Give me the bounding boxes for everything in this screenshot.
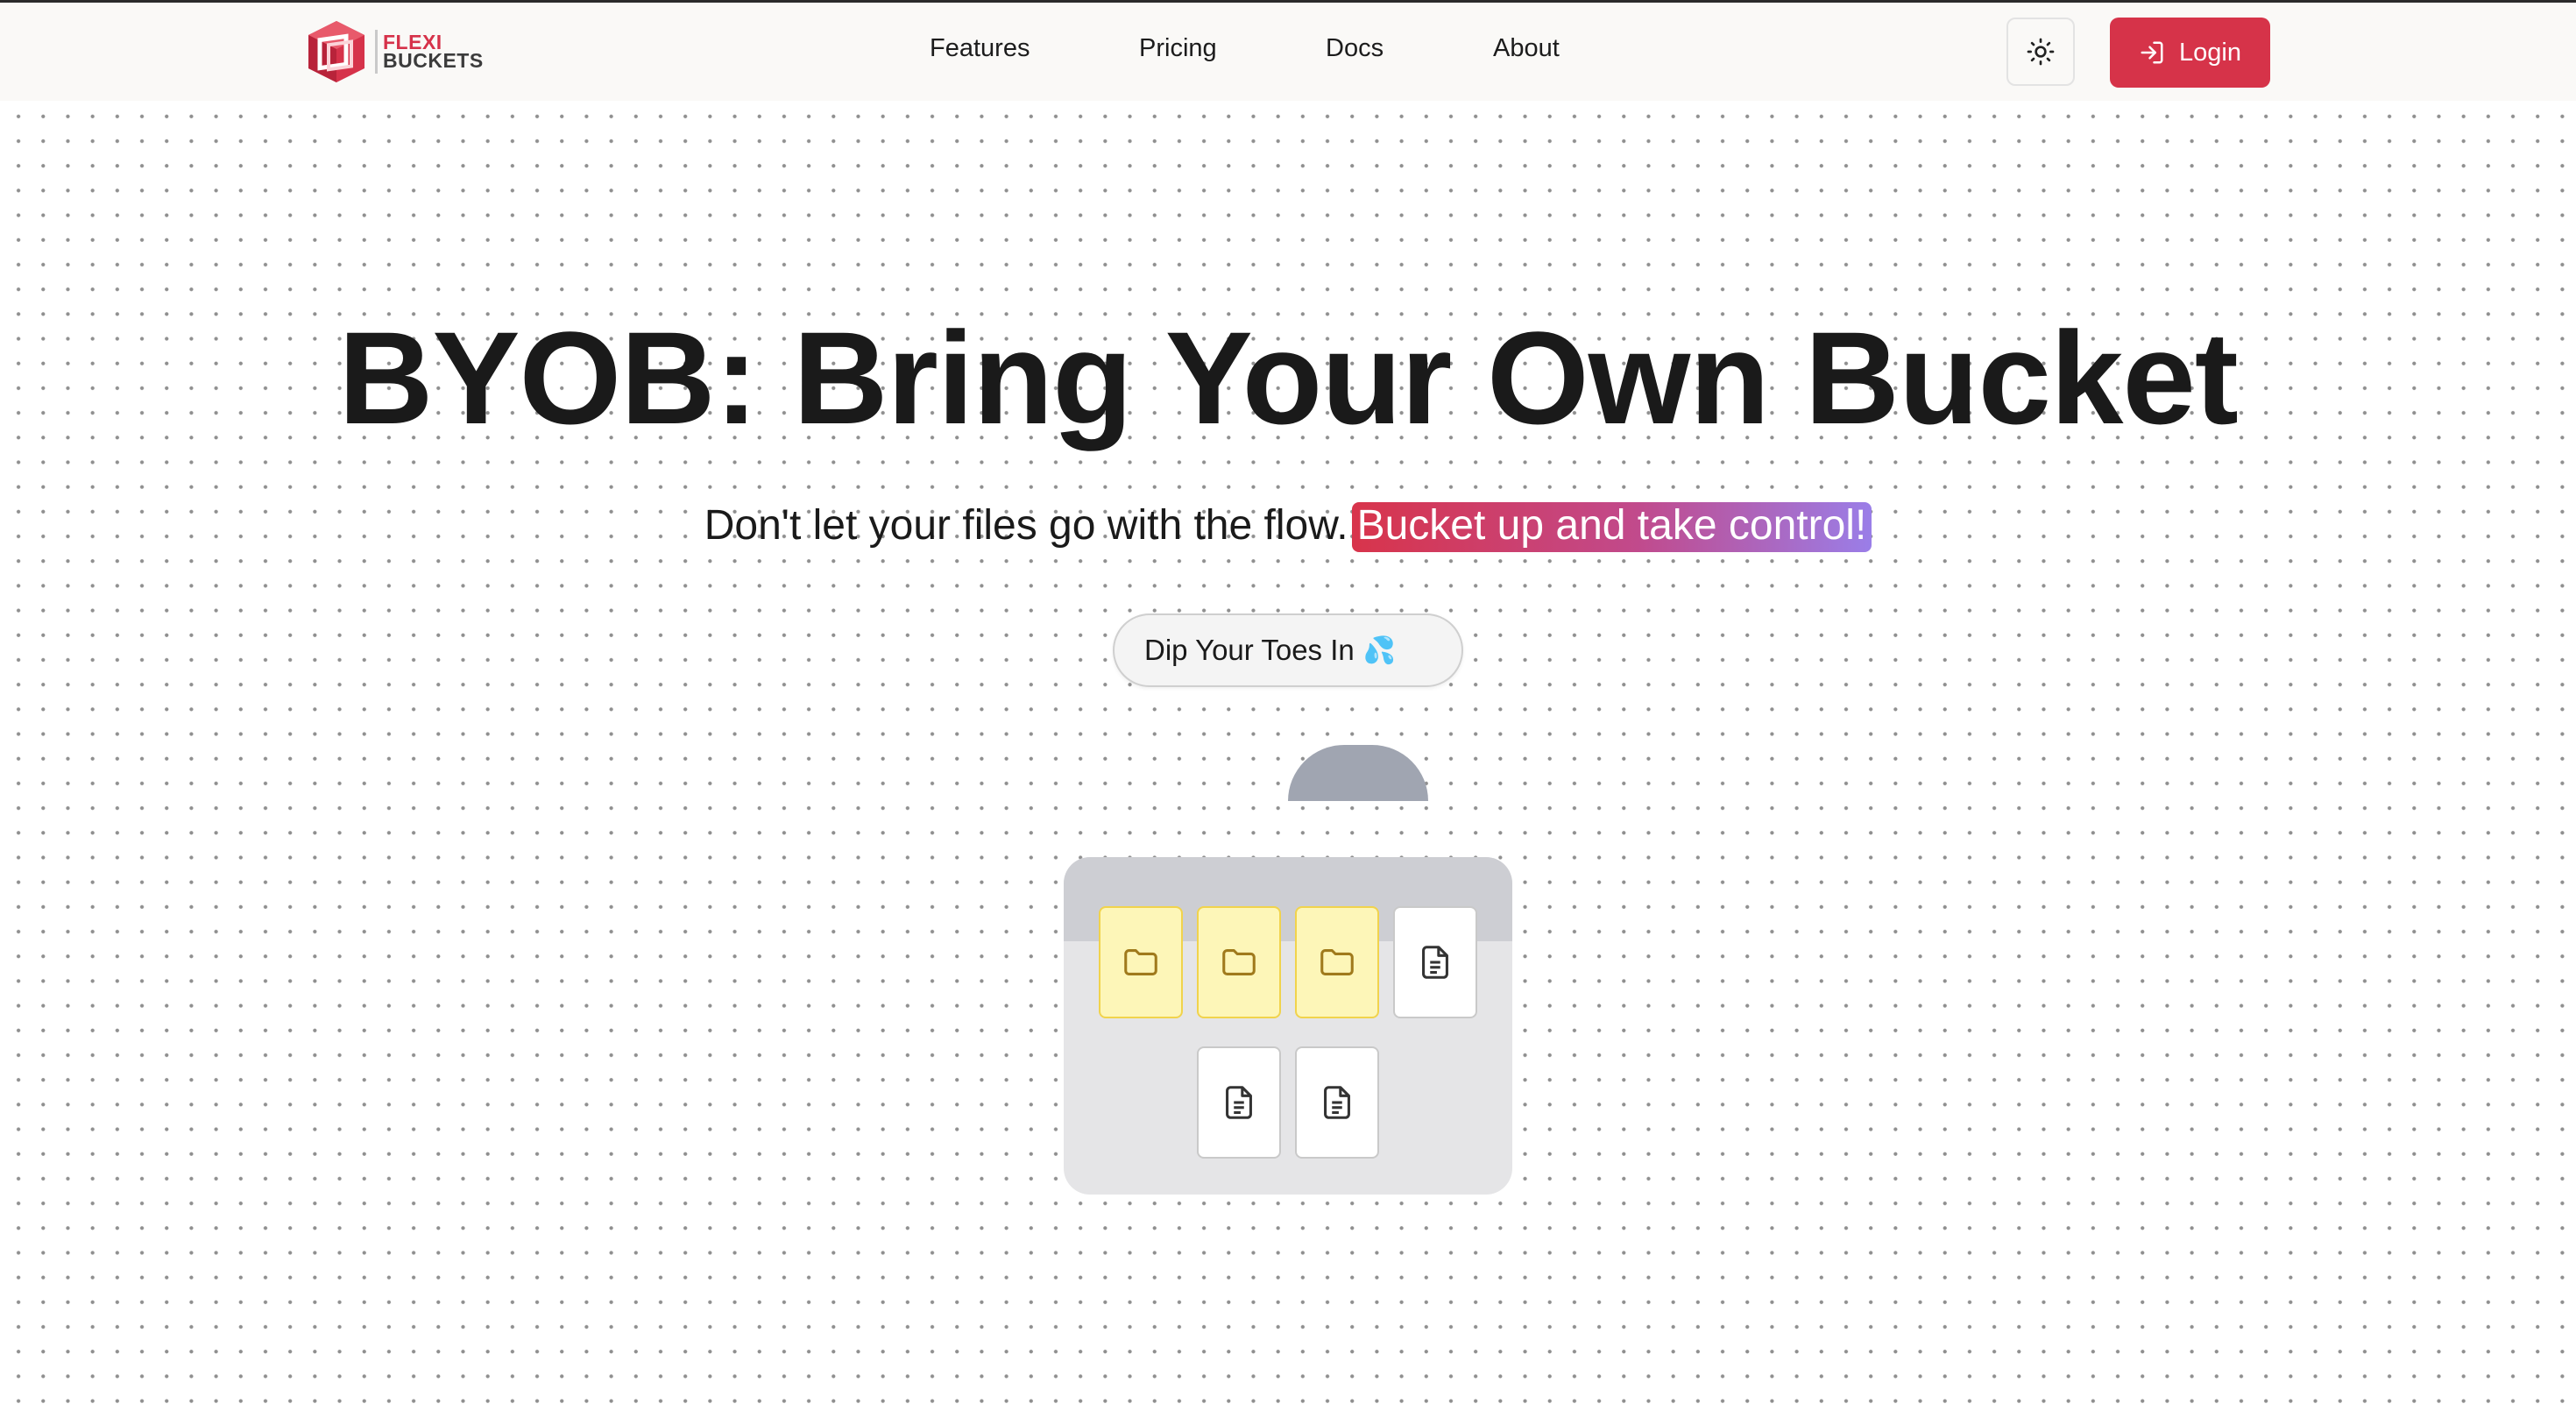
bucket-file-tile[interactable]: [1197, 1046, 1281, 1159]
folder-icon: [1124, 949, 1157, 975]
folder-icon: [1222, 949, 1256, 975]
hero-subtitle: Don't let your files go with the flow. Bu…: [0, 501, 2576, 552]
file-text-icon: [1422, 946, 1448, 979]
bucket-file-tile[interactable]: [1295, 1046, 1379, 1159]
navbar: FLEXI BUCKETS Features Pricing Docs Abou…: [0, 3, 2576, 101]
file-text-icon: [1324, 1086, 1350, 1119]
bucket-file-tile[interactable]: [1393, 906, 1477, 1018]
nav-link-docs[interactable]: Docs: [1326, 34, 1384, 63]
dip-your-toes-button[interactable]: Dip Your Toes In 💦: [1113, 613, 1463, 687]
bucket-folder-tile[interactable]: [1295, 906, 1379, 1018]
bucket-folder-tile[interactable]: [1099, 906, 1183, 1018]
brand-logo[interactable]: FLEXI BUCKETS: [305, 18, 484, 85]
cube-logo-icon: [308, 21, 364, 82]
bucket-folder-tile[interactable]: [1197, 906, 1281, 1018]
hero-subtitle-highlight: Bucket up and take control!: [1351, 502, 1872, 552]
brand-line-2: BUCKETS: [383, 49, 484, 72]
sweat-droplets-icon: 💦: [1362, 635, 1397, 665]
hero-subtitle-plain: Don't let your files go with the flow.: [704, 502, 1348, 549]
login-label: Login: [2179, 38, 2241, 67]
login-arrow-icon: [2141, 41, 2163, 64]
nav-link-about[interactable]: About: [1493, 34, 1560, 63]
bucket-illustration: [1064, 857, 1512, 1195]
brand-wordmark: FLEXI BUCKETS: [375, 30, 484, 74]
sun-icon: [2027, 38, 2055, 66]
hero-title: BYOB: Bring Your Own Bucket: [338, 304, 2239, 451]
login-button[interactable]: Login: [2110, 18, 2270, 88]
nav-link-features[interactable]: Features: [930, 34, 1030, 63]
cta-label: Dip Your Toes In: [1144, 634, 1355, 666]
folder-icon: [1320, 949, 1354, 975]
file-text-icon: [1226, 1086, 1252, 1119]
nav-link-pricing[interactable]: Pricing: [1139, 34, 1217, 63]
bucket-handle: [1288, 745, 1428, 801]
theme-toggle-button[interactable]: [2006, 18, 2075, 86]
